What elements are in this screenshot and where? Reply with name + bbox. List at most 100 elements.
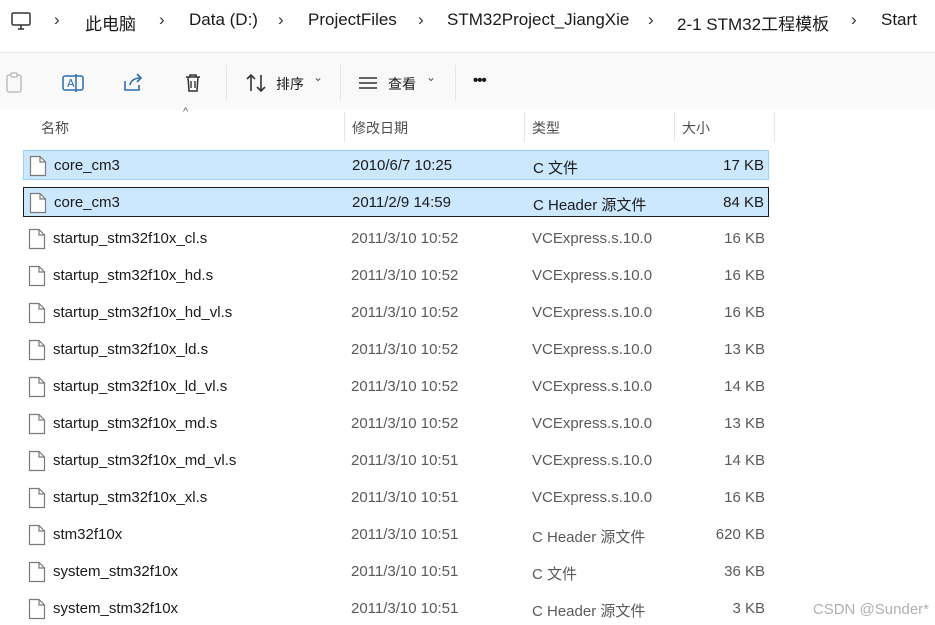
- file-row[interactable]: startup_stm32f10x_md_vl.s 2011/3/10 10:51…: [23, 446, 769, 476]
- file-date-modified: 2011/3/10 10:51: [351, 489, 459, 506]
- file-name: core_cm3: [54, 157, 120, 174]
- file-type: VCExpress.s.10.0: [532, 415, 653, 432]
- file-type: VCExpress.s.10.0: [532, 378, 653, 395]
- file-row[interactable]: system_stm32f10x 2011/3/10 10:51 C Header …: [23, 594, 769, 624]
- file-type: C 文件: [532, 566, 578, 583]
- file-type: VCExpress.s.10.0: [532, 230, 653, 247]
- file-name: startup_stm32f10x_ld.s: [53, 341, 209, 358]
- address-bar: › 此电脑 › Data (D:) › ProjectFiles › STM32…: [0, 0, 935, 44]
- more-options-button[interactable]: •••: [473, 72, 487, 89]
- file-name: stm32f10x: [53, 526, 123, 543]
- file-name: startup_stm32f10x_hd.s: [53, 267, 214, 284]
- file-size: 3 KB: [732, 600, 765, 617]
- file-size: 13 KB: [724, 415, 765, 432]
- file-name: startup_stm32f10x_xl.s: [53, 489, 208, 506]
- file-icon: [28, 339, 46, 361]
- breadcrumb-item-drive[interactable]: Data (D:): [189, 10, 258, 30]
- file-name: startup_stm32f10x_hd_vl.s: [53, 304, 233, 321]
- chevron-down-icon: ⌄: [313, 70, 324, 84]
- file-icon: [28, 228, 46, 250]
- file-name: core_cm3: [54, 194, 120, 211]
- file-size: 17 KB: [723, 157, 764, 174]
- view-icon[interactable]: [356, 71, 380, 95]
- breadcrumb-item-projectfiles[interactable]: ProjectFiles: [308, 10, 397, 30]
- breadcrumb-item-this-pc[interactable]: 此电脑: [85, 10, 136, 35]
- column-divider[interactable]: [524, 112, 525, 142]
- file-icon: [28, 487, 46, 509]
- file-date-modified: 2011/3/10 10:52: [351, 378, 459, 395]
- file-date-modified: 2011/3/10 10:52: [351, 304, 459, 321]
- rename-icon[interactable]: A: [61, 71, 85, 95]
- file-row[interactable]: system_stm32f10x 2011/3/10 10:51 C 文件 36 KB: [23, 557, 769, 587]
- file-date-modified: 2011/3/10 10:51: [351, 526, 459, 543]
- computer-icon[interactable]: [10, 10, 32, 32]
- file-row[interactable]: startup_stm32f10x_xl.s 2011/3/10 10:51 VCE…: [23, 483, 769, 513]
- file-type: VCExpress.s.10.0: [532, 489, 653, 506]
- file-row[interactable]: core_cm3 2010/6/7 10:25 C 文件 17 KB: [23, 150, 769, 180]
- column-divider[interactable]: [774, 112, 775, 142]
- file-size: 14 KB: [724, 378, 765, 395]
- file-date-modified: 2011/3/10 10:52: [351, 415, 459, 432]
- column-header-name[interactable]: 名称: [41, 118, 69, 138]
- file-date-modified: 2011/3/10 10:52: [351, 230, 459, 247]
- file-type: C Header 源文件: [533, 197, 647, 214]
- sort-button[interactable]: 排序: [276, 74, 304, 94]
- breadcrumb-separator: ›: [851, 10, 857, 29]
- file-row[interactable]: core_cm3 2011/2/9 14:59 C Header 源文件 84 KB: [23, 187, 769, 217]
- breadcrumb-item-project[interactable]: STM32Project_JiangXie: [447, 10, 629, 30]
- file-date-modified: 2011/3/10 10:51: [351, 600, 459, 617]
- sort-icon[interactable]: [244, 71, 268, 95]
- column-divider[interactable]: [674, 112, 675, 142]
- file-row[interactable]: startup_stm32f10x_ld.s 2011/3/10 10:52 VCE…: [23, 335, 769, 365]
- file-name: startup_stm32f10x_cl.s: [53, 230, 208, 247]
- file-date-modified: 2011/3/10 10:51: [351, 563, 459, 580]
- column-header-size[interactable]: 大小: [682, 118, 710, 138]
- file-type: VCExpress.s.10.0: [532, 304, 653, 321]
- file-size: 620 KB: [715, 526, 765, 543]
- file-name: system_stm32f10x: [53, 563, 179, 580]
- file-type: C 文件: [533, 160, 579, 177]
- breadcrumb-item-template[interactable]: 2-1 STM32工程模板: [677, 10, 829, 35]
- file-name: startup_stm32f10x_ld_vl.s: [53, 378, 228, 395]
- file-row[interactable]: startup_stm32f10x_hd.s 2011/3/10 10:52 VCE…: [23, 261, 769, 291]
- command-bar: A 排序 ⌄ 查看 ⌄ •••: [0, 52, 935, 111]
- paste-icon[interactable]: [2, 71, 26, 95]
- file-date-modified: 2010/6/7 10:25: [352, 157, 453, 174]
- file-row[interactable]: startup_stm32f10x_hd_vl.s 2011/3/10 10:52…: [23, 298, 769, 328]
- file-icon: [29, 192, 47, 214]
- svg-text:A: A: [67, 77, 75, 90]
- file-size: 14 KB: [724, 452, 765, 469]
- watermark: CSDN @Sunder*: [812, 601, 929, 618]
- file-type: VCExpress.s.10.0: [532, 267, 653, 284]
- file-icon: [28, 524, 46, 546]
- file-icon: [29, 155, 47, 177]
- file-name: system_stm32f10x: [53, 600, 179, 617]
- file-icon: [28, 265, 46, 287]
- breadcrumb-separator: ›: [278, 10, 284, 29]
- view-button[interactable]: 查看: [388, 74, 416, 94]
- breadcrumb-item-start[interactable]: Start: [881, 10, 917, 30]
- file-size: 84 KB: [723, 194, 764, 211]
- file-row[interactable]: startup_stm32f10x_md.s 2011/3/10 10:52 VCE…: [23, 409, 769, 439]
- file-icon: [28, 376, 46, 398]
- sort-ascending-icon: ^: [183, 106, 189, 118]
- column-header-date[interactable]: 修改日期: [352, 118, 408, 138]
- file-name: startup_stm32f10x_md_vl.s: [53, 452, 237, 469]
- delete-icon[interactable]: [181, 71, 205, 95]
- file-row[interactable]: startup_stm32f10x_cl.s 2011/3/10 10:52 VCE…: [23, 224, 769, 254]
- file-type: VCExpress.s.10.0: [532, 341, 653, 358]
- column-header-type[interactable]: 类型: [532, 118, 560, 138]
- file-type: C Header 源文件: [532, 529, 646, 546]
- file-row[interactable]: stm32f10x 2011/3/10 10:51 C Header 源文件 620 …: [23, 520, 769, 550]
- file-icon: [28, 561, 46, 583]
- toolbar-divider: [340, 65, 341, 101]
- breadcrumb-separator: ›: [159, 10, 165, 29]
- file-type: C Header 源文件: [532, 603, 646, 620]
- file-row[interactable]: startup_stm32f10x_ld_vl.s 2011/3/10 10:52…: [23, 372, 769, 402]
- column-divider[interactable]: [344, 112, 345, 142]
- file-icon: [28, 413, 46, 435]
- breadcrumb-separator: ›: [54, 10, 60, 29]
- file-icon: [28, 302, 46, 324]
- share-icon[interactable]: [121, 71, 145, 95]
- file-icon: [28, 450, 46, 472]
